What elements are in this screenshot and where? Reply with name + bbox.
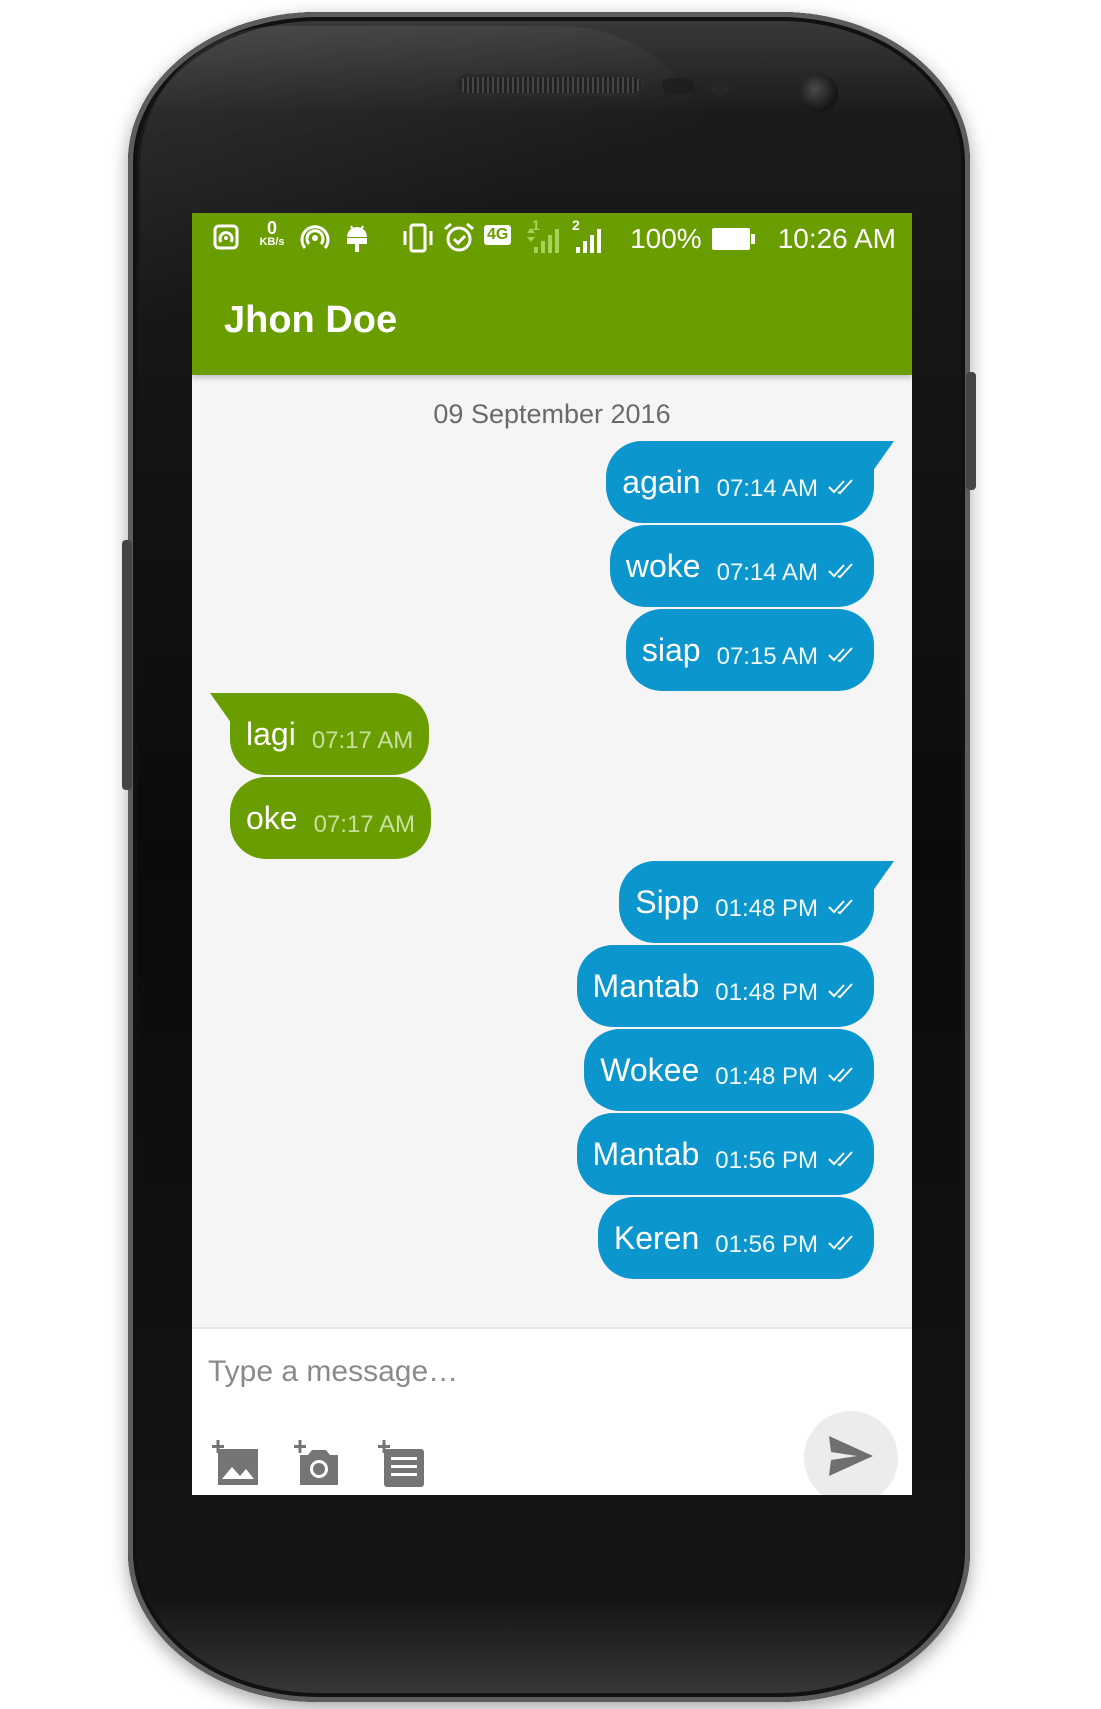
light-sensor	[710, 76, 730, 96]
proximity-sensor	[662, 78, 694, 94]
message-bubble-outgoing[interactable]: siap 07:15 AM	[625, 609, 874, 691]
hotspot-icon	[300, 223, 330, 258]
message-text: Keren	[613, 1219, 700, 1256]
battery-icon	[711, 228, 755, 250]
add-list-icon[interactable]	[376, 1439, 428, 1489]
double-check-icon	[828, 898, 856, 920]
message-input[interactable]	[208, 1347, 768, 1397]
send-button[interactable]	[804, 1411, 898, 1495]
alarm-icon	[442, 221, 476, 260]
double-check-icon	[828, 1234, 856, 1256]
double-check-icon	[828, 478, 856, 500]
net-speed-indicator: 0 KB/s	[252, 219, 292, 248]
message-time: 07:17 AM	[313, 811, 415, 838]
message-text: siap	[641, 631, 701, 668]
network-type-badge: 4G	[484, 225, 512, 245]
battery-percent: 100%	[630, 223, 702, 254]
message-composer	[192, 1327, 912, 1495]
front-camera	[800, 74, 838, 112]
message-bubble-outgoing[interactable]: Sipp 01:48 PM	[619, 861, 874, 943]
net-speed-unit: KB/s	[259, 236, 285, 248]
volume-button	[122, 540, 132, 790]
message-text: again	[622, 463, 701, 500]
message-bubble-outgoing[interactable]: Keren 01:56 PM	[597, 1197, 874, 1279]
earpiece-speaker	[456, 74, 644, 96]
message-time: 07:17 AM	[311, 727, 414, 754]
double-check-icon	[828, 646, 856, 668]
date-separator: 09 September 2016	[433, 399, 671, 429]
sim1-number: 1	[532, 217, 540, 233]
message-time: 07:14 AM	[716, 475, 818, 502]
message-time: 01:48 PM	[715, 895, 818, 922]
screen: 0 KB/s 4G 1 2 100% 10:26 AM Jhon Doe 09 …	[192, 213, 912, 1495]
message-text: Mantab	[592, 967, 700, 1004]
message-text: oke	[246, 799, 298, 836]
message-bubble-incoming[interactable]: oke 07:17 AM	[230, 777, 431, 859]
chat-list[interactable]: 09 September 2016 again 07:14 AM woke 07…	[192, 375, 912, 1327]
add-image-icon[interactable]	[210, 1439, 262, 1489]
message-text: woke	[625, 547, 701, 584]
message-bubble-incoming[interactable]: lagi 07:17 AM	[230, 693, 430, 775]
message-text: lagi	[246, 715, 296, 752]
send-icon	[827, 1434, 875, 1483]
message-text: Sipp	[635, 883, 700, 920]
clock: 10:26 AM	[777, 223, 896, 254]
contact-name-title[interactable]: Jhon Doe	[224, 299, 397, 342]
double-check-icon	[828, 982, 856, 1004]
add-camera-icon[interactable]	[292, 1439, 344, 1489]
double-check-icon	[828, 562, 856, 584]
message-time: 01:48 PM	[715, 1063, 818, 1090]
message-time: 01:56 PM	[715, 1231, 818, 1258]
message-bubble-outgoing[interactable]: Wokee 01:48 PM	[584, 1029, 874, 1111]
double-check-icon	[828, 1150, 856, 1172]
message-time: 07:14 AM	[716, 559, 818, 586]
message-bubble-outgoing[interactable]: again 07:14 AM	[606, 441, 874, 523]
sim2-number: 2	[572, 217, 580, 233]
message-time: 07:15 AM	[716, 643, 818, 670]
status-right: 100% 10:26 AM	[630, 223, 896, 255]
message-time: 01:48 PM	[715, 979, 818, 1006]
message-bubble-outgoing[interactable]: Mantab 01:56 PM	[576, 1113, 874, 1195]
app-bar: Jhon Doe	[192, 265, 912, 375]
power-button	[966, 372, 976, 490]
double-check-icon	[828, 1066, 856, 1088]
message-time: 01:56 PM	[715, 1147, 818, 1174]
message-bubble-outgoing[interactable]: Mantab 01:48 PM	[576, 945, 874, 1027]
message-text: Mantab	[592, 1135, 700, 1172]
android-debug-icon	[344, 223, 370, 258]
vibrate-icon	[400, 223, 436, 258]
status-bar: 0 KB/s 4G 1 2 100% 10:26 AM	[192, 213, 912, 265]
nfc-icon	[212, 223, 240, 256]
net-speed-value: 0	[266, 218, 277, 238]
message-text: Wokee	[600, 1051, 700, 1088]
message-bubble-outgoing[interactable]: woke 07:14 AM	[609, 525, 874, 607]
